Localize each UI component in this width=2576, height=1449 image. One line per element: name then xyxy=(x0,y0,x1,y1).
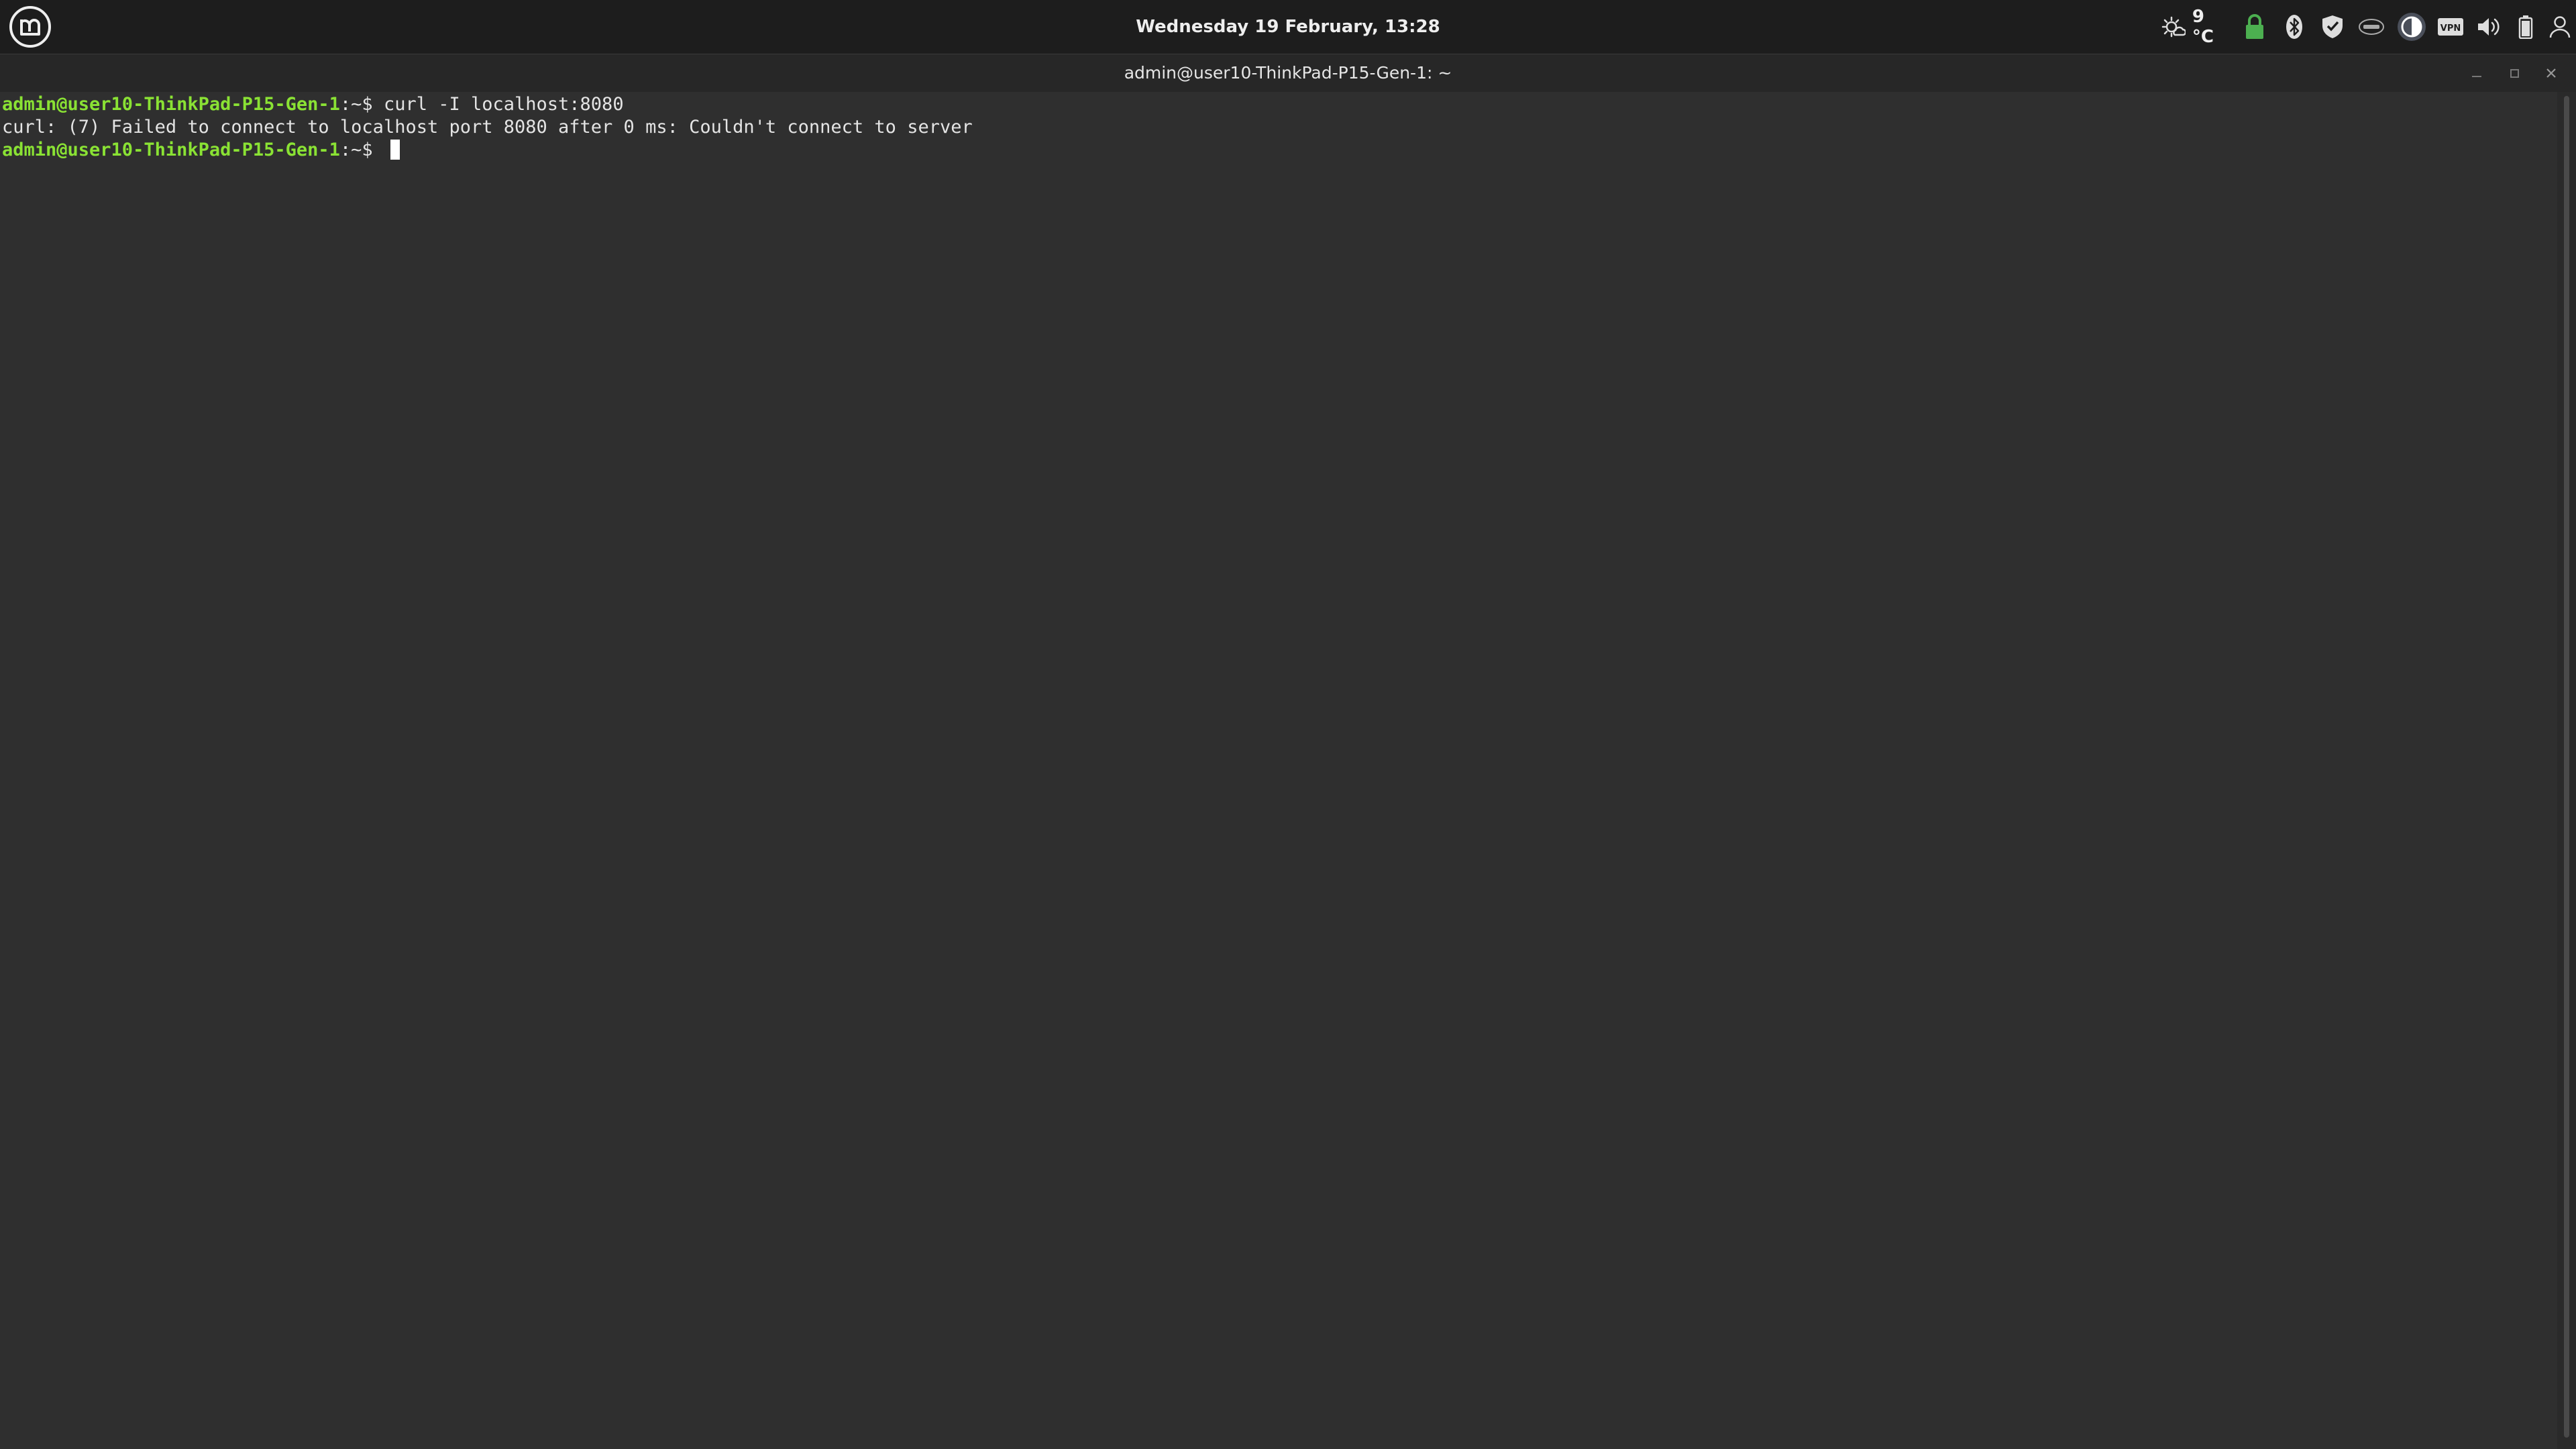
terminal-line: curl: (7) Failed to connect to localhost… xyxy=(2,116,2557,139)
shell-prompt: admin@user10-ThinkPad-P15-Gen-1 xyxy=(2,140,340,160)
command-text: curl -I localhost:8080 xyxy=(383,94,624,115)
minimize-button[interactable] xyxy=(2467,64,2486,83)
terminal-line: admin@user10-ThinkPad-P15-Gen-1:~$ curl … xyxy=(2,93,2557,116)
command-output: curl: (7) Failed to connect to localhost… xyxy=(2,117,973,138)
weather-icon xyxy=(2161,15,2186,39)
terminal-output[interactable]: admin@user10-ThinkPad-P15-Gen-1:~$ curl … xyxy=(0,92,2557,1449)
window-title: admin@user10-ThinkPad-P15-Gen-1: ~ xyxy=(1124,63,1452,83)
terminal-cursor xyxy=(390,140,400,160)
terminal-scrollbar[interactable] xyxy=(2557,92,2576,1449)
lock-icon[interactable] xyxy=(2241,0,2268,54)
shield-icon[interactable] xyxy=(2319,0,2346,54)
prompt-suffix: :~$ xyxy=(339,94,384,115)
top-panel: Wednesday 19 February, 13:28 9 °C VPN xyxy=(0,0,2576,54)
window-titlebar[interactable]: admin@user10-ThinkPad-P15-Gen-1: ~ xyxy=(0,54,2576,92)
weather-temperature: 9 °C xyxy=(2192,7,2214,47)
svg-text:VPN: VPN xyxy=(2440,23,2461,34)
prompt-suffix: :~$ xyxy=(339,140,384,160)
accessibility-icon[interactable] xyxy=(2396,0,2427,54)
vpn-icon[interactable]: VPN xyxy=(2436,0,2465,54)
intel-icon[interactable] xyxy=(2357,0,2386,54)
terminal-line: admin@user10-ThinkPad-P15-Gen-1:~$ xyxy=(2,139,2557,162)
scrollbar-thumb[interactable] xyxy=(2564,96,2569,1438)
maximize-button[interactable] xyxy=(2505,64,2524,83)
weather-applet[interactable]: 9 °C xyxy=(2161,0,2214,54)
user-icon[interactable] xyxy=(2546,0,2573,54)
battery-icon[interactable] xyxy=(2514,0,2538,54)
volume-icon[interactable] xyxy=(2475,0,2502,54)
shell-prompt: admin@user10-ThinkPad-P15-Gen-1 xyxy=(2,94,340,115)
bluetooth-icon[interactable] xyxy=(2281,0,2308,54)
close-button[interactable] xyxy=(2542,64,2561,83)
